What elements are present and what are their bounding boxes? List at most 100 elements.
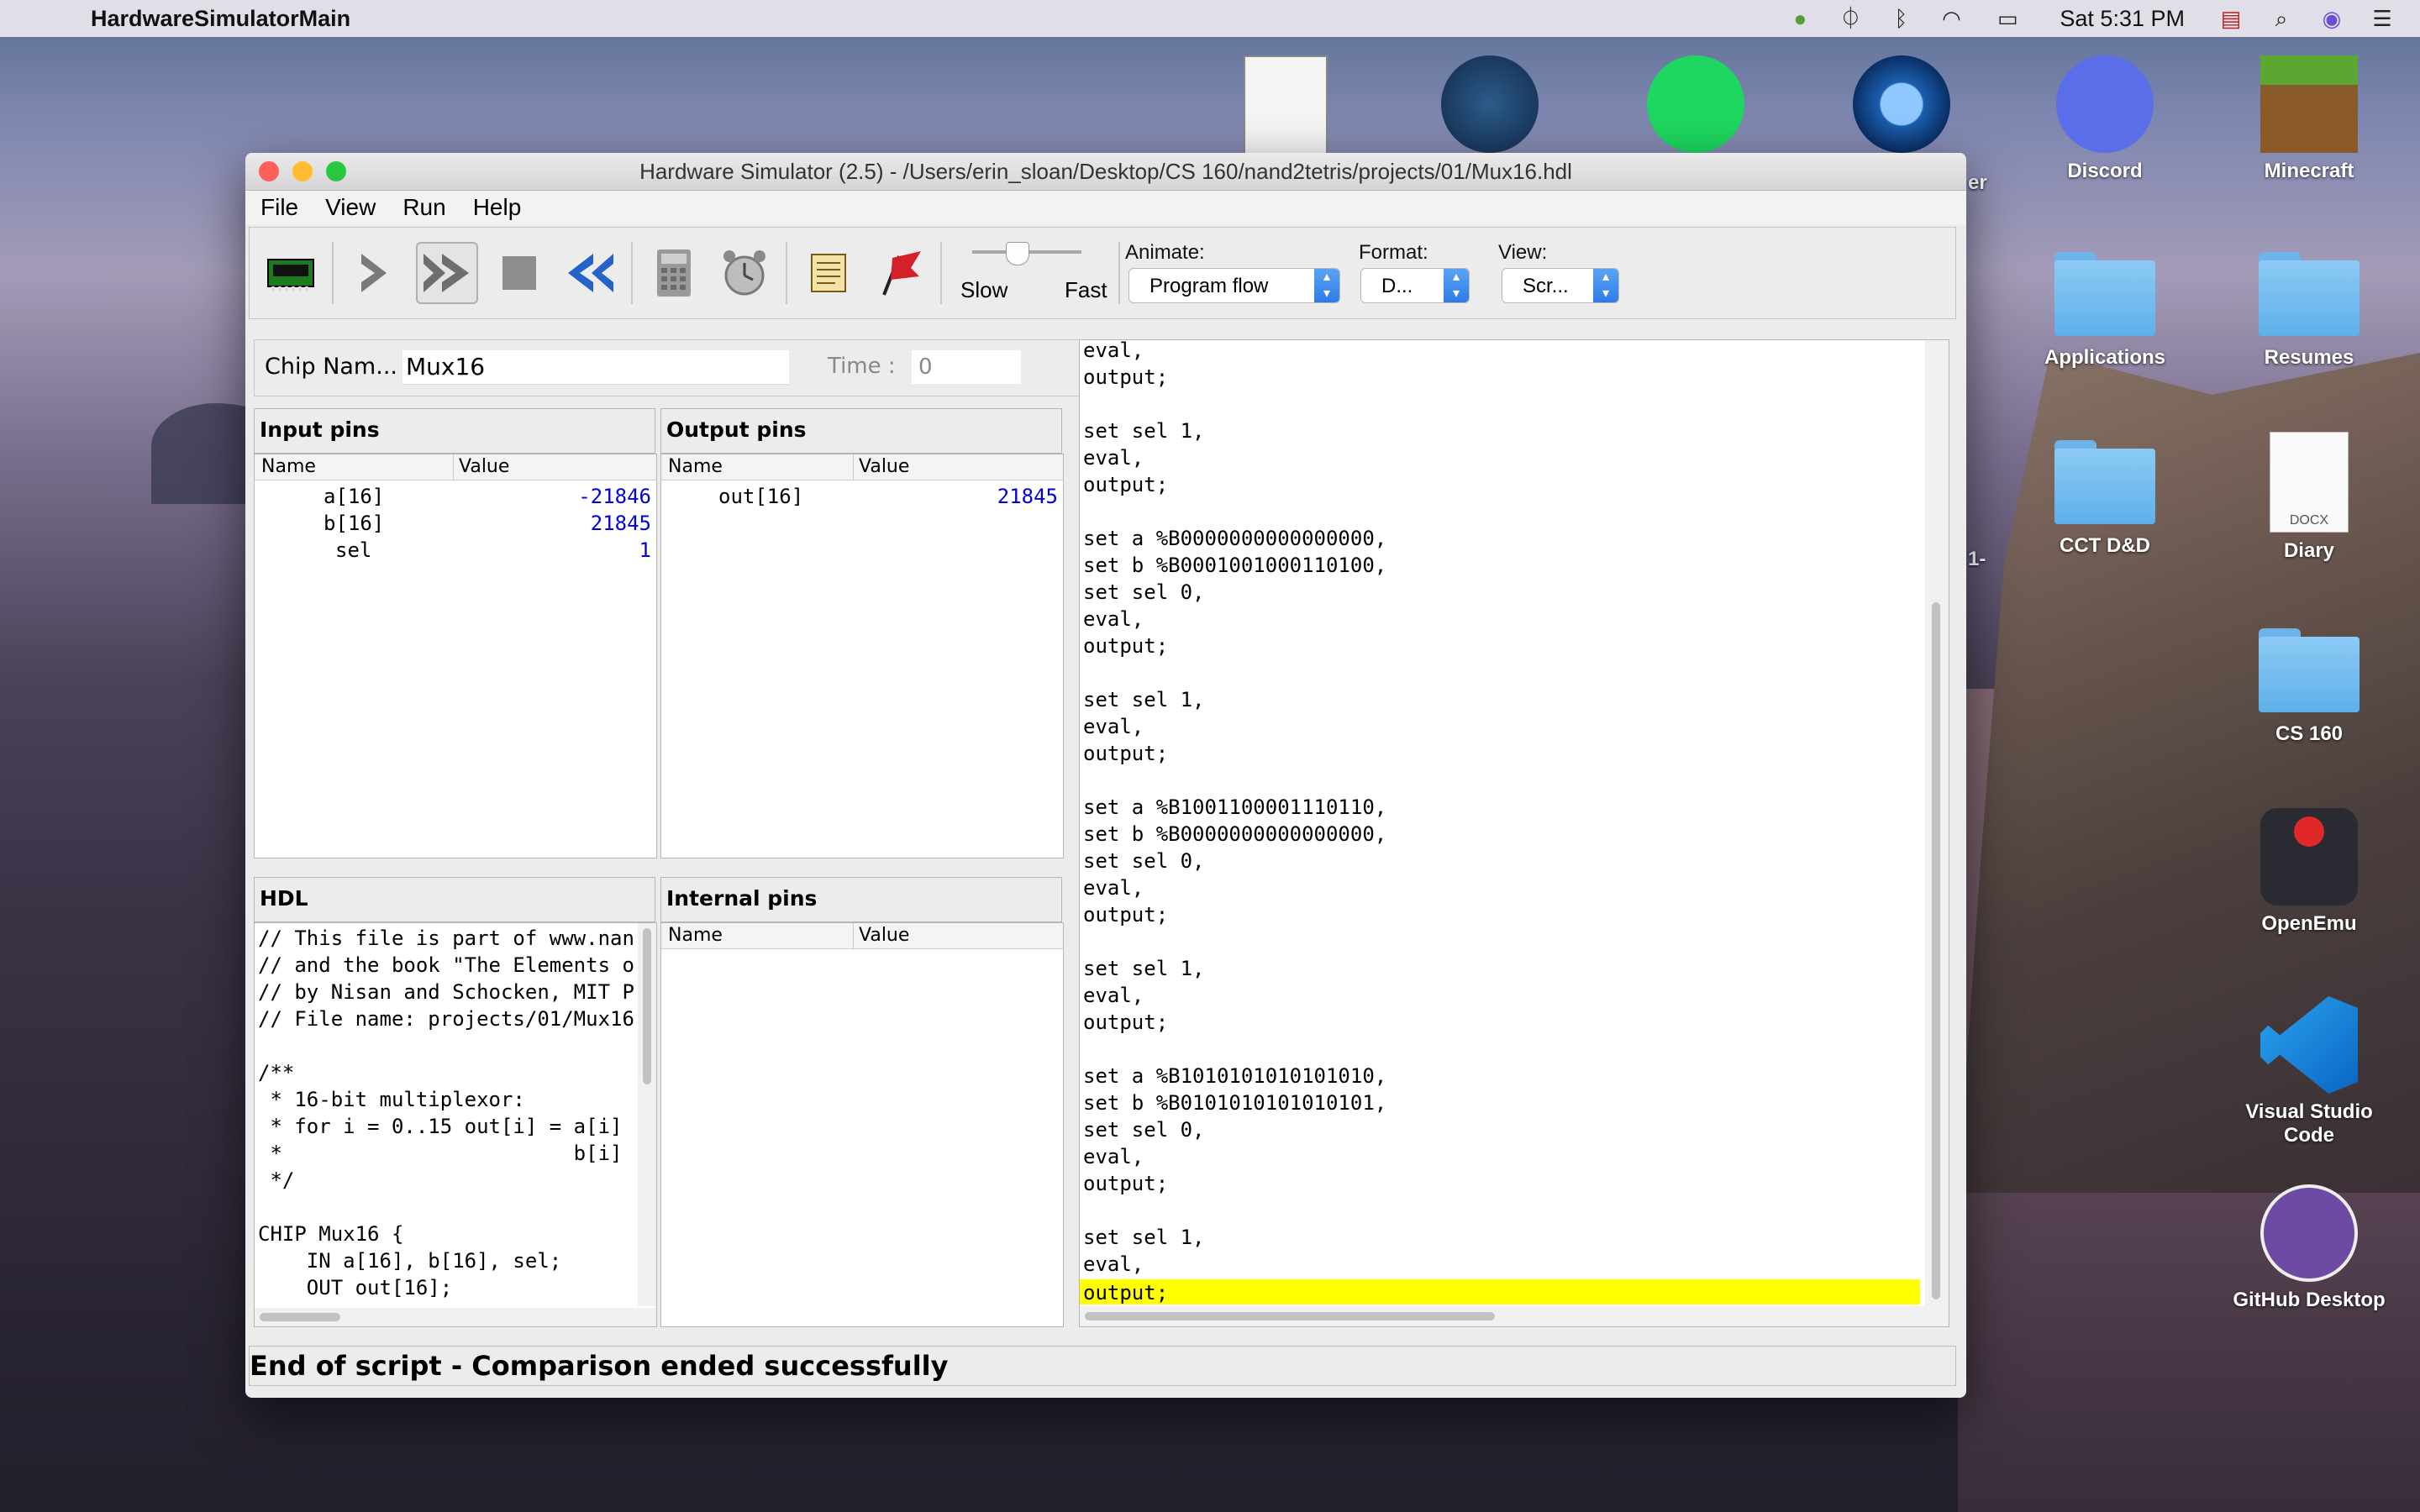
folder-icon [2054,440,2155,524]
scrollbar-thumb[interactable] [1085,1312,1495,1320]
bluetooth-icon[interactable]: ᛒ [1888,6,1913,31]
animate-label: Animate: [1125,241,1205,264]
folder-icon [2054,252,2155,336]
animate-select[interactable]: Program flow ▴ ▾ [1128,268,1340,303]
menu-file[interactable]: File [260,194,298,221]
vscode-icon [2260,996,2358,1094]
reset-button[interactable] [560,244,619,302]
speed-slider[interactable]: Slow Fast [955,235,1107,311]
discord-icon [2056,55,2154,153]
menu-clock[interactable]: Sat 5:31 PM [2060,6,2185,32]
time-value: 0 [918,354,933,380]
menu-help[interactable]: Help [473,194,522,221]
load-chip-button[interactable] [261,244,320,302]
format-select[interactable]: D... ▴ ▾ [1360,268,1470,303]
view-select[interactable]: Scr... ▴ ▾ [1502,268,1619,303]
scrollbar-thumb[interactable] [1932,602,1940,1299]
pin-value[interactable]: 1 [639,537,651,564]
document-icon: DOCX [2270,432,2349,533]
toolbar-separator [940,242,942,304]
column-value[interactable]: Value [453,454,509,480]
openemu-icon [2260,808,2358,906]
table-row[interactable]: a[16] -21846 [255,483,656,510]
spotlight-search-icon[interactable]: ⌕ [2269,6,2294,31]
hdl-source[interactable]: // This file is part of www.nand // and t… [258,925,634,1303]
code-line: eval, [1083,339,1144,362]
desktop-icon-resumes[interactable]: Resumes [2225,244,2393,370]
menu-view[interactable]: View [325,194,376,221]
minimize-window-button[interactable] [292,161,313,181]
toolbar-separator [631,242,633,304]
run-button[interactable] [416,242,478,304]
active-app-name[interactable]: HardwareSimulatorMain [91,6,350,32]
quicktime-icon[interactable] [1853,55,1950,153]
speed-slider-thumb[interactable] [1006,242,1029,265]
app-menu-bar: File View Run Help [245,191,1966,224]
column-name[interactable]: Name [668,454,723,480]
wifi-icon[interactable]: ◠ [1939,6,1964,31]
scrollbar-thumb[interactable] [643,928,651,1084]
script-vertical-scrollbar[interactable] [1925,340,1949,1306]
chip-name-value: Mux16 [406,353,486,381]
desktop-icon-vscode[interactable]: Visual Studio Code [2225,996,2393,1147]
clock-tick-button[interactable] [715,244,774,302]
input-source-flag-icon[interactable]: ▤ [2218,6,2244,31]
eval-button[interactable] [644,244,703,302]
steam-icon[interactable] [1441,55,1539,153]
menu-run[interactable]: Run [402,194,445,221]
script-source[interactable]: eval, output; set sel 1, eval, output; set … [1083,339,1923,1278]
close-window-button[interactable] [259,161,279,181]
table-row[interactable]: b[16] 21845 [255,510,656,537]
pin-value[interactable]: 21845 [591,510,651,537]
code-line: eval, [1083,1145,1144,1168]
siri-icon[interactable]: ◉ [2319,6,2344,31]
pin-value: 21845 [997,485,1058,508]
breakpoints-button[interactable] [870,244,929,302]
desktop-icon-diary[interactable]: DOCX Diary [2225,432,2393,563]
code-line: OUT out[16]; [258,1276,453,1299]
timing-icon[interactable]: ⏀ [1838,6,1863,31]
app-status-icon[interactable]: ● [1787,6,1812,31]
code-line: * for i = 0..15 out[i] = a[i] i [258,1115,634,1138]
code-line: output; [1083,365,1169,389]
scrollbar-thumb[interactable] [260,1313,340,1321]
script-current-line[interactable]: output; [1080,1279,1920,1305]
single-step-button[interactable] [345,244,404,302]
window-titlebar[interactable]: Hardware Simulator (2.5) - /Users/erin_s… [245,153,1966,191]
load-script-button[interactable] [799,244,858,302]
zoom-window-button[interactable] [326,161,346,181]
column-name[interactable]: Name [261,454,316,480]
column-value[interactable]: Value [853,454,909,480]
desktop-icon-label: Minecraft [2264,160,2354,182]
column-value[interactable]: Value [853,923,909,948]
table-row[interactable]: out[16] 21845 [661,483,1063,510]
code-line: output; [1083,473,1169,496]
hdl-vertical-scrollbar[interactable] [638,923,656,1306]
code-line: * 16-bit multiplexor: [258,1088,525,1111]
desktop-icon-discord[interactable]: Discord [2021,55,2189,183]
spotify-icon[interactable] [1647,55,1744,153]
table-row[interactable]: sel 1 [255,537,656,564]
desktop-icon-cct-dnd[interactable]: CCT D&D [2021,432,2189,558]
desktop-icon-github-desktop[interactable]: GitHub Desktop [2225,1184,2393,1312]
battery-icon[interactable]: ▭ [1989,6,2026,31]
desktop-icon-minecraft[interactable]: Minecraft [2225,55,2393,183]
stop-button[interactable] [490,244,549,302]
script-horizontal-scrollbar[interactable] [1080,1306,1949,1326]
desktop-icon-applications[interactable]: Applications [2021,244,2189,370]
hardware-simulator-window: Hardware Simulator (2.5) - /Users/erin_s… [245,153,1966,1398]
internal-pins-header: Internal pins [660,877,1062,922]
column-name[interactable]: Name [668,923,723,948]
hdl-horizontal-scrollbar[interactable] [255,1308,656,1326]
desktop-icon-label: OpenEmu [2261,912,2357,935]
code-line: */ [258,1168,295,1192]
code-line: set sel 0, [1083,849,1205,873]
desktop-file-thumbnail-icon[interactable] [1244,55,1328,160]
desktop-icon-openemu[interactable]: OpenEmu [2225,808,2393,936]
notification-center-icon[interactable]: ☰ [2370,6,2395,31]
format-select-value: D... [1381,275,1413,297]
code-line: set a %B0000000000000000, [1083,527,1387,550]
desktop-icon-cs160[interactable]: CS 160 [2225,620,2393,746]
pin-value[interactable]: -21846 [578,483,651,510]
